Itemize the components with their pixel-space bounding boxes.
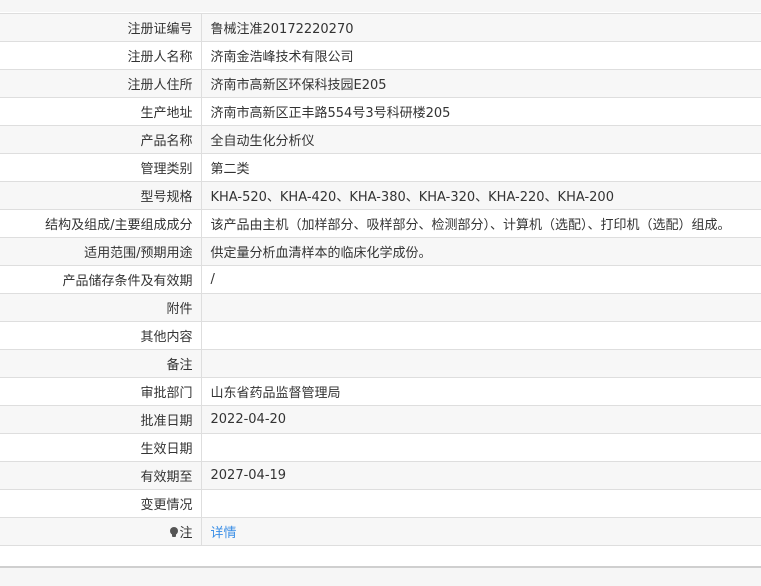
row-value-other-content [201, 321, 761, 350]
table-row: 有效期至 2027-04-19 [0, 461, 761, 490]
table-row: 附件 [0, 293, 761, 322]
row-label-intended-use: 适用范围/预期用途 [0, 237, 202, 266]
top-strip [0, 0, 761, 12]
table-row: 结构及组成/主要组成成分 该产品由主机（加样部分、吸样部分、检测部分）、计算机（… [0, 209, 761, 238]
row-label-model-spec: 型号规格 [0, 181, 202, 210]
row-label-approval-department: 审批部门 [0, 377, 202, 406]
row-label-remarks: 备注 [0, 349, 202, 378]
row-value-valid-until: 2027-04-19 [201, 461, 761, 490]
row-value-note: 详情 [201, 517, 761, 546]
row-value-structure-composition: 该产品由主机（加样部分、吸样部分、检测部分）、计算机（选配）、打印机（选配）组成… [201, 209, 761, 238]
note-label: 注 [179, 526, 193, 541]
row-label-note: 注 [0, 517, 202, 546]
row-value-registrant-address: 济南市高新区环保科技园E205 [201, 69, 761, 98]
row-value-management-category: 第二类 [201, 153, 761, 182]
table-row: 备注 [0, 349, 761, 378]
table-row: 注册人住所 济南市高新区环保科技园E205 [0, 69, 761, 98]
registration-detail-page: 注册证编号 鲁械注准20172220270 注册人名称 济南金浩峰技术有限公司 … [0, 0, 761, 586]
table-row: 产品名称 全自动生化分析仪 [0, 125, 761, 154]
table-row: 审批部门 山东省药品监督管理局 [0, 377, 761, 406]
table-row: 产品储存条件及有效期 / [0, 265, 761, 294]
table-row-note: 注 详情 [0, 517, 761, 546]
registration-detail-table: 注册证编号 鲁械注准20172220270 注册人名称 济南金浩峰技术有限公司 … [0, 13, 761, 546]
row-label-valid-until: 有效期至 [0, 461, 202, 490]
table-row: 变更情况 [0, 489, 761, 518]
row-value-approval-date: 2022-04-20 [201, 405, 761, 434]
table-row: 其他内容 [0, 321, 761, 350]
table-row: 生产地址 济南市高新区正丰路554号3号科研楼205 [0, 97, 761, 126]
row-label-other-content: 其他内容 [0, 321, 202, 350]
table-row: 型号规格 KHA-520、KHA-420、KHA-380、KHA-320、KHA… [0, 181, 761, 210]
row-value-registration-number: 鲁械注准20172220270 [201, 13, 761, 42]
row-label-structure-composition: 结构及组成/主要组成成分 [0, 209, 202, 238]
bottom-strip [0, 568, 761, 586]
row-value-intended-use: 供定量分析血清样本的临床化学成份。 [201, 237, 761, 266]
row-label-approval-date: 批准日期 [0, 405, 202, 434]
row-value-attachments [201, 293, 761, 322]
details-link[interactable]: 详情 [211, 526, 237, 541]
row-value-effective-date [201, 433, 761, 462]
row-label-effective-date: 生效日期 [0, 433, 202, 462]
row-label-registrant-address: 注册人住所 [0, 69, 202, 98]
table-row: 生效日期 [0, 433, 761, 462]
row-value-storage-validity: / [201, 265, 761, 294]
row-value-registrant-name: 济南金浩峰技术有限公司 [201, 41, 761, 70]
lightbulb-icon [170, 527, 179, 538]
row-value-approval-department: 山东省药品监督管理局 [201, 377, 761, 406]
table-row: 管理类别 第二类 [0, 153, 761, 182]
row-label-production-address: 生产地址 [0, 97, 202, 126]
table-row: 注册证编号 鲁械注准20172220270 [0, 13, 761, 42]
table-row: 适用范围/预期用途 供定量分析血清样本的临床化学成份。 [0, 237, 761, 266]
row-label-attachments: 附件 [0, 293, 202, 322]
row-label-management-category: 管理类别 [0, 153, 202, 182]
row-value-product-name: 全自动生化分析仪 [201, 125, 761, 154]
row-label-storage-validity: 产品储存条件及有效期 [0, 265, 202, 294]
row-label-registration-number: 注册证编号 [0, 13, 202, 42]
row-label-registrant-name: 注册人名称 [0, 41, 202, 70]
row-value-model-spec: KHA-520、KHA-420、KHA-380、KHA-320、KHA-220、… [201, 181, 761, 210]
row-value-remarks [201, 349, 761, 378]
row-value-production-address: 济南市高新区正丰路554号3号科研楼205 [201, 97, 761, 126]
table-row: 批准日期 2022-04-20 [0, 405, 761, 434]
row-value-change-status [201, 489, 761, 518]
table-row: 注册人名称 济南金浩峰技术有限公司 [0, 41, 761, 70]
row-label-change-status: 变更情况 [0, 489, 202, 518]
row-label-product-name: 产品名称 [0, 125, 202, 154]
